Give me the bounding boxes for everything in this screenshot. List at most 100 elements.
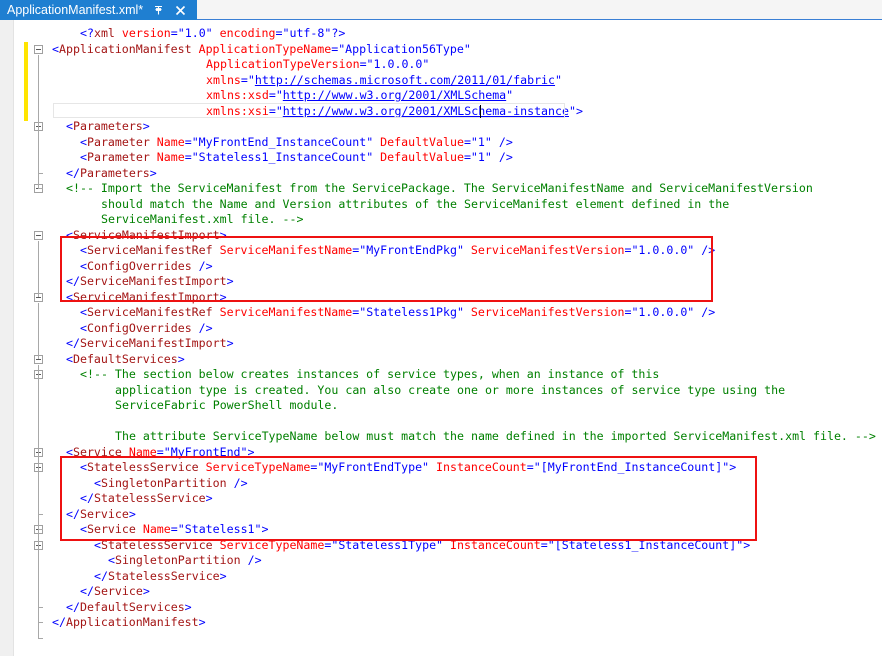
code-token: "MyFrontEndType" <box>317 460 429 474</box>
code-token: encoding <box>220 26 276 40</box>
code-token: Parameters <box>73 119 143 133</box>
code-token: Name <box>157 150 185 164</box>
code-line: <ApplicationManifest ApplicationTypeName… <box>52 42 471 58</box>
code-token: </ <box>80 584 94 598</box>
code-token: The attribute ServiceTypeName below must… <box>115 429 876 443</box>
code-token: "1" <box>471 135 492 149</box>
code-token: > <box>262 522 269 536</box>
editor-tab-strip: ApplicationManifest.xml* <box>0 0 882 20</box>
code-token: /> <box>694 243 715 257</box>
code-token: " <box>569 104 576 118</box>
code-line: <ServiceManifestImport> <box>66 290 227 306</box>
code-token: < <box>80 460 87 474</box>
code-token: StatelessService <box>108 569 220 583</box>
code-token: "Stateless1" <box>178 522 262 536</box>
code-token: DefaultValue <box>380 135 464 149</box>
code-token: > <box>206 491 213 505</box>
code-token: InstanceCount <box>450 538 541 552</box>
code-token: </ <box>80 491 94 505</box>
code-token: DefaultServices <box>73 352 178 366</box>
code-token: ServiceManifestImport <box>80 336 227 350</box>
code-token: /> <box>227 476 248 490</box>
code-token: > <box>743 538 750 552</box>
code-token: > <box>220 290 227 304</box>
code-line: </ApplicationManifest> <box>52 615 206 631</box>
code-token: < <box>66 290 73 304</box>
code-token: xmlns <box>206 73 241 87</box>
code-line: </StatelessService> <box>94 569 227 585</box>
code-token: < <box>94 538 101 552</box>
code-line: The attribute ServiceTypeName below must… <box>115 429 876 445</box>
code-token: StatelessService <box>101 538 213 552</box>
code-line: should match the Name and Version attrib… <box>101 197 729 213</box>
code-token: ServiceManifestVersion <box>471 243 625 257</box>
code-token: > <box>143 119 150 133</box>
code-line: <Parameter Name="MyFrontEnd_InstanceCoun… <box>80 135 513 151</box>
code-line: <SingletonPartition /> <box>94 476 248 492</box>
code-token: /> <box>694 305 715 319</box>
code-token: ApplicationTypeVersion <box>206 57 360 71</box>
code-line: </DefaultServices> <box>66 600 192 616</box>
code-token: " <box>248 73 255 87</box>
code-token: ServiceManifestRef <box>87 243 213 257</box>
code-token: ServiceManifestRef <box>87 305 213 319</box>
code-token: < <box>66 228 73 242</box>
code-line: <ConfigOverrides /> <box>80 321 213 337</box>
code-token: ConfigOverrides <box>87 259 192 273</box>
code-token: ApplicationManifest <box>59 42 192 56</box>
code-token: ServiceTypeName <box>220 538 325 552</box>
code-line: <?xml version="1.0" encoding="utf-8"?> <box>80 26 345 42</box>
code-line: <ServiceManifestRef ServiceManifestName=… <box>80 243 715 259</box>
code-line: </ServiceManifestImport> <box>66 274 234 290</box>
tab-application-manifest-xml[interactable]: ApplicationManifest.xml* <box>0 0 197 20</box>
code-token: <!-- Import the ServiceManifest from the… <box>66 181 813 195</box>
code-line: <!-- The section below creates instances… <box>80 367 659 383</box>
code-token: < <box>80 522 87 536</box>
code-token: "1.0.0.0" <box>631 305 694 319</box>
code-token: ServiceManifestVersion <box>471 305 625 319</box>
code-line: <Parameters> <box>66 119 150 135</box>
code-token: = <box>185 135 192 149</box>
code-line: xmlns:xsd="http://www.w3.org/2001/XMLSch… <box>206 88 513 104</box>
code-token: = <box>157 445 164 459</box>
code-token: < <box>80 150 87 164</box>
code-line: ServiceManifest.xml file. --> <box>101 212 303 228</box>
code-token <box>199 460 206 474</box>
code-token <box>429 460 436 474</box>
code-token: < <box>80 135 87 149</box>
code-token: > <box>227 336 234 350</box>
pin-icon[interactable] <box>152 4 165 17</box>
code-token: = <box>171 522 178 536</box>
code-token: > <box>150 166 157 180</box>
code-token: </ <box>66 166 80 180</box>
code-line: </StatelessService> <box>80 491 213 507</box>
code-token: = <box>541 538 548 552</box>
code-token: ServiceManifestName <box>220 243 353 257</box>
code-token <box>150 135 157 149</box>
code-token: < <box>94 476 101 490</box>
code-token: = <box>464 150 471 164</box>
code-token: < <box>52 42 59 56</box>
code-line: <StatelessService ServiceTypeName="MyFro… <box>80 460 736 476</box>
code-token: </ <box>66 274 80 288</box>
code-token: "Stateless1Type" <box>331 538 443 552</box>
code-editor[interactable]: <?xml version="1.0" encoding="utf-8"?><A… <box>0 20 882 656</box>
code-line: <Service Name="Stateless1"> <box>80 522 269 538</box>
code-token: > <box>729 460 736 474</box>
code-token: InstanceCount <box>436 460 527 474</box>
close-icon[interactable] <box>174 4 187 17</box>
code-token: "MyFrontEnd_InstanceCount" <box>192 135 373 149</box>
code-line: </ServiceManifestImport> <box>66 336 234 352</box>
code-token: > <box>220 569 227 583</box>
code-token <box>464 243 471 257</box>
code-token <box>136 522 143 536</box>
code-token: /> <box>192 259 213 273</box>
code-token: > <box>178 352 185 366</box>
code-token: Name <box>143 522 171 536</box>
code-token: = <box>360 57 367 71</box>
code-token: <!-- The section below creates instances… <box>80 367 659 381</box>
text-caret <box>480 105 481 118</box>
code-token: ServiceManifestName <box>220 305 353 319</box>
tab-title: ApplicationManifest.xml* <box>7 3 143 17</box>
code-token: < <box>80 259 87 273</box>
